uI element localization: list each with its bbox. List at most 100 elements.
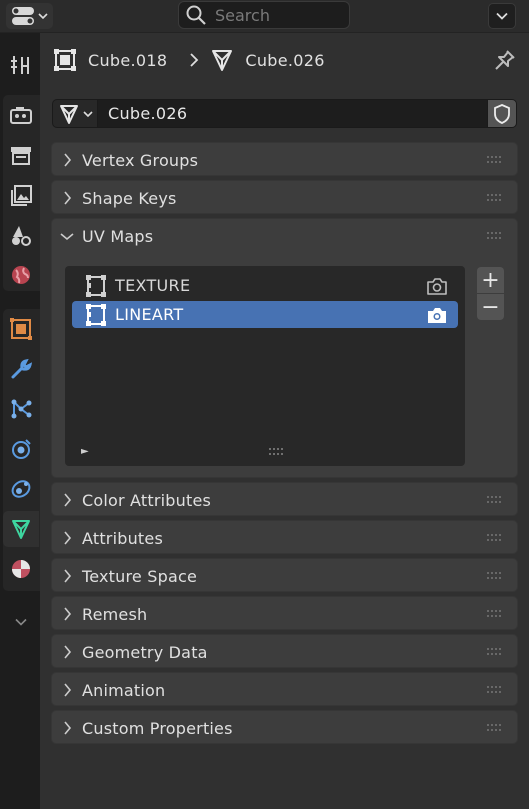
drag-handle-icon[interactable] <box>487 156 503 164</box>
tab-view-layer[interactable] <box>3 177 39 213</box>
drag-handle-icon[interactable] <box>487 610 503 618</box>
chevron-down-icon <box>38 13 48 20</box>
panel-title: Geometry Data <box>82 642 208 662</box>
list-item[interactable]: TEXTURE <box>72 272 458 299</box>
drag-handle-icon[interactable] <box>487 724 503 732</box>
pin-icon <box>495 50 515 70</box>
panel-custom-properties[interactable]: Custom Properties <box>51 710 518 744</box>
world-icon <box>12 266 30 284</box>
drag-handle-icon[interactable] <box>487 648 503 656</box>
drag-handle-icon[interactable] <box>487 534 503 542</box>
tool-icon <box>11 56 29 74</box>
fake-user-button[interactable] <box>487 99 517 128</box>
uv-map-name: LINEART <box>115 305 184 324</box>
chevron-right-icon <box>63 531 71 545</box>
uv-map-icon <box>86 274 106 297</box>
panel-title: Color Attributes <box>82 490 212 510</box>
list-resize-handle-icon[interactable] <box>269 448 285 456</box>
panel-vertex-groups[interactable]: Vertex Groups <box>51 142 518 176</box>
shield-icon <box>494 103 510 124</box>
chevron-right-icon <box>63 645 71 659</box>
particles-icon <box>11 399 32 419</box>
panel-uv-maps: UV Maps TEXTURE LINEART ► + − <box>51 218 518 478</box>
drag-handle-icon[interactable] <box>487 686 503 694</box>
panel-geometry-data[interactable]: Geometry Data <box>51 634 518 668</box>
drag-handle-icon[interactable] <box>487 496 503 504</box>
panel-attributes[interactable]: Attributes <box>51 520 518 554</box>
active-render-toggle[interactable] <box>426 276 448 300</box>
uv-map-icon <box>86 303 106 326</box>
render-camera-icon <box>10 107 32 124</box>
panel-shape-keys[interactable]: Shape Keys <box>51 180 518 214</box>
tab-world[interactable] <box>3 257 39 293</box>
panel-color-attributes[interactable]: Color Attributes <box>51 482 518 516</box>
panel-animation[interactable]: Animation <box>51 672 518 706</box>
options-dropdown-button[interactable] <box>488 3 516 29</box>
camera-icon <box>428 308 446 323</box>
list-item[interactable]: LINEART <box>72 301 458 328</box>
camera-icon <box>427 278 447 295</box>
tab-tool[interactable] <box>3 47 39 83</box>
drag-handle-icon[interactable] <box>487 572 503 580</box>
active-render-toggle[interactable] <box>426 305 448 329</box>
chevron-down-icon <box>83 110 93 117</box>
tab-scene[interactable] <box>3 217 39 253</box>
printer-icon <box>11 147 31 165</box>
panel-texture-space[interactable]: Texture Space <box>51 558 518 592</box>
chevron-down-icon <box>496 12 508 20</box>
properties-tab-bar <box>0 33 40 809</box>
list-filter-toggle[interactable]: ► <box>81 446 89 457</box>
chevron-right-icon <box>63 569 71 583</box>
search-input[interactable]: Search <box>178 1 350 29</box>
tab-output[interactable] <box>3 137 39 173</box>
tab-render[interactable] <box>3 97 39 133</box>
search-icon <box>186 5 206 25</box>
panel-title: Attributes <box>82 528 163 548</box>
physics-icon <box>12 439 31 459</box>
panel-title: Texture Space <box>82 566 198 586</box>
mesh-name-field[interactable]: Cube.026 <box>98 99 487 128</box>
drag-handle-icon[interactable] <box>487 232 503 240</box>
image-stack-icon <box>11 185 32 206</box>
uv-map-name: TEXTURE <box>115 276 191 295</box>
properties-main: Cube.018 Cube.026 Cube.026 Vertex Groups… <box>40 33 529 809</box>
chevron-right-icon <box>63 721 71 735</box>
remove-uv-map-button[interactable]: − <box>477 294 504 320</box>
drag-handle-icon[interactable] <box>487 194 503 202</box>
wrench-icon <box>11 358 33 379</box>
tab-object[interactable] <box>3 311 39 347</box>
mesh-icon <box>60 104 78 124</box>
mesh-data-icon <box>12 520 30 539</box>
more-tabs-button[interactable] <box>3 604 39 640</box>
panel-uv-maps-header[interactable]: UV Maps <box>52 219 517 253</box>
pin-button[interactable] <box>493 48 517 76</box>
panel-remesh[interactable]: Remesh <box>51 596 518 630</box>
uv-map-list: TEXTURE LINEART ► <box>65 266 465 466</box>
tab-physics[interactable] <box>3 431 39 467</box>
tab-modifiers[interactable] <box>3 351 39 387</box>
chevron-right-icon <box>63 683 71 697</box>
chevron-right-icon <box>63 493 71 507</box>
tab-constraints[interactable] <box>3 471 39 507</box>
chevron-right-icon <box>63 191 71 205</box>
breadcrumb-object-name: Cube.018 <box>88 50 168 70</box>
add-uv-map-button[interactable]: + <box>477 267 504 293</box>
browse-mesh-button[interactable] <box>52 99 98 128</box>
editor-type-button[interactable] <box>6 3 53 29</box>
search-placeholder: Search <box>215 5 270 25</box>
panel-title: Shape Keys <box>82 188 177 208</box>
object-icon <box>54 49 76 71</box>
panel-title: Custom Properties <box>82 718 233 738</box>
tab-data[interactable] <box>3 511 39 547</box>
mesh-icon <box>212 50 233 71</box>
panel-title: Animation <box>82 680 166 700</box>
mesh-datablock-selector: Cube.026 <box>52 99 517 128</box>
object-cube-icon <box>10 318 32 340</box>
tab-material[interactable] <box>3 551 39 587</box>
chevron-right-icon <box>190 53 199 67</box>
breadcrumb-mesh-name: Cube.026 <box>245 50 325 70</box>
tab-particles[interactable] <box>3 391 39 427</box>
material-sphere-icon <box>12 560 30 578</box>
constraint-icon <box>11 480 31 498</box>
scene-icon <box>12 226 31 246</box>
